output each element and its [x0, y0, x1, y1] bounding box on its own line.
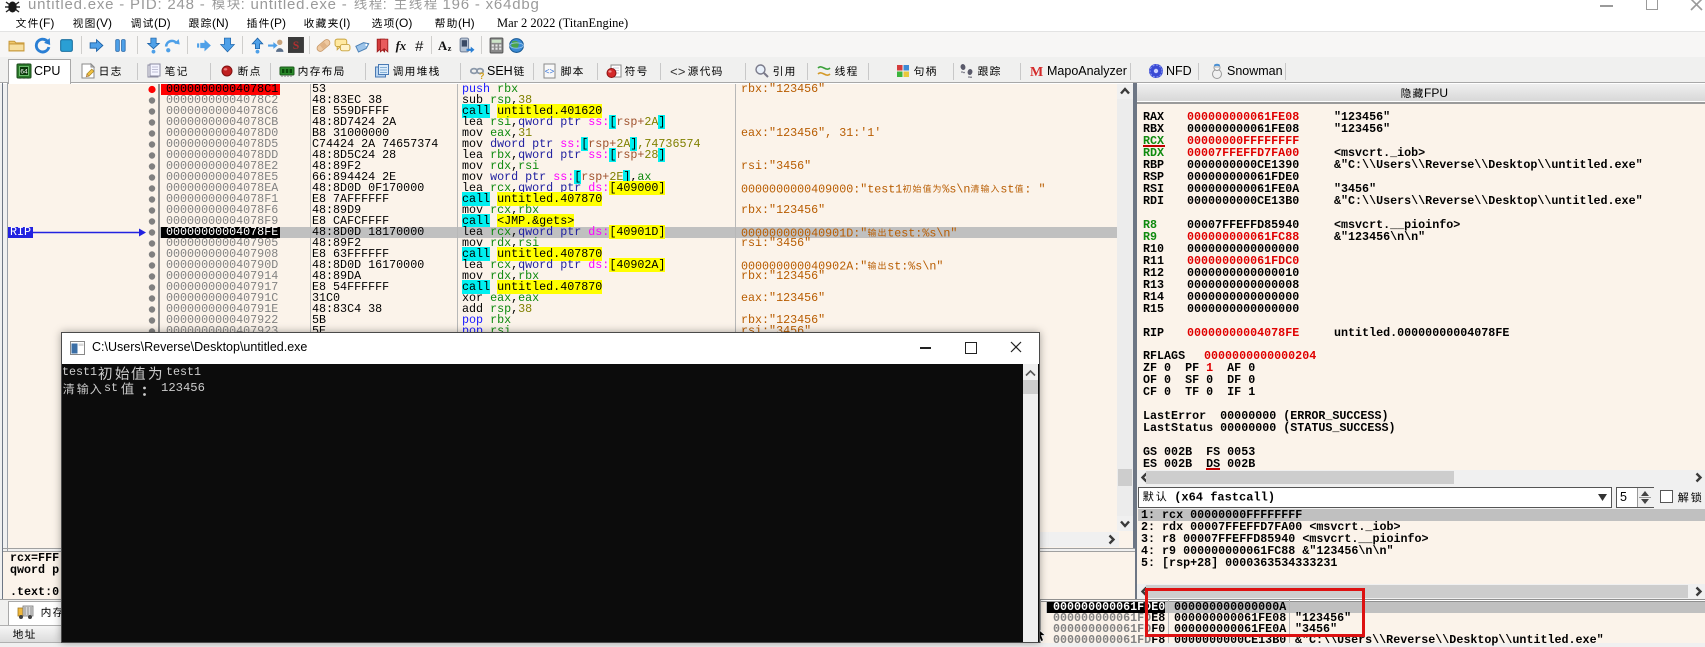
svg-text:#: #	[415, 39, 424, 54]
svg-text:S: S	[293, 39, 300, 52]
svg-text:M: M	[1030, 65, 1043, 79]
svg-text:?: ?	[479, 71, 485, 79]
svg-text:A: A	[438, 39, 448, 53]
svg-text:z: z	[448, 43, 452, 53]
svg-text:<>: <>	[545, 68, 555, 77]
svg-text:<>: <>	[670, 65, 686, 79]
svg-text:64: 64	[20, 69, 28, 76]
svg-text:fx: fx	[396, 39, 407, 53]
